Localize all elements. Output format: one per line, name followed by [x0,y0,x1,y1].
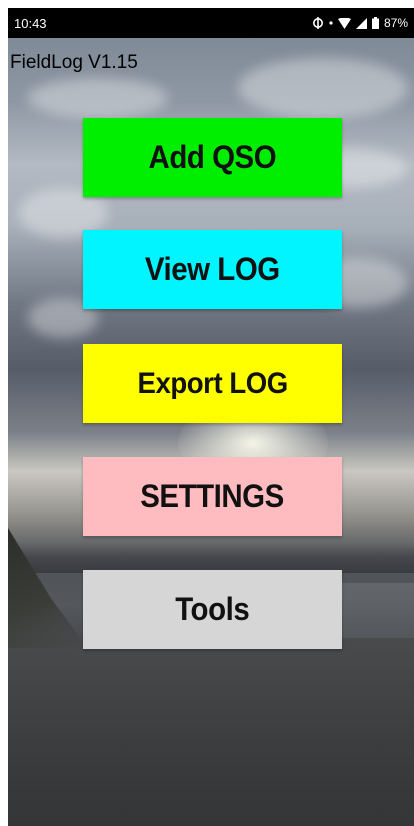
settings-button[interactable]: SETTINGS [83,457,342,536]
tools-button[interactable]: Tools [83,570,342,649]
status-time: 10:43 [14,15,47,31]
signal-icon [355,17,367,29]
export-log-label: Export LOG [137,366,288,400]
view-log-button[interactable]: View LOG [83,230,342,309]
view-log-label: View LOG [145,251,280,287]
tools-label: Tools [175,591,250,627]
app-main-screen: FieldLog V1.15 Add QSO View LOG Export L… [8,38,414,826]
export-log-button[interactable]: Export LOG [83,344,342,423]
dot-icon [329,21,333,25]
add-qso-button[interactable]: Add QSO [83,118,342,197]
status-icons: 87% [312,16,408,30]
battery-icon [371,17,379,29]
battery-percent: 87% [383,16,408,30]
sync-icon [312,17,323,29]
app-title: FieldLog V1.15 [10,52,138,73]
status-bar: 10:43 87% [8,8,414,38]
device-screen: 10:43 87% FieldLog V1.15 Add QSO View LO… [0,0,414,826]
settings-label: SETTINGS [140,478,285,514]
add-qso-label: Add QSO [148,139,277,175]
wifi-icon [337,17,351,29]
